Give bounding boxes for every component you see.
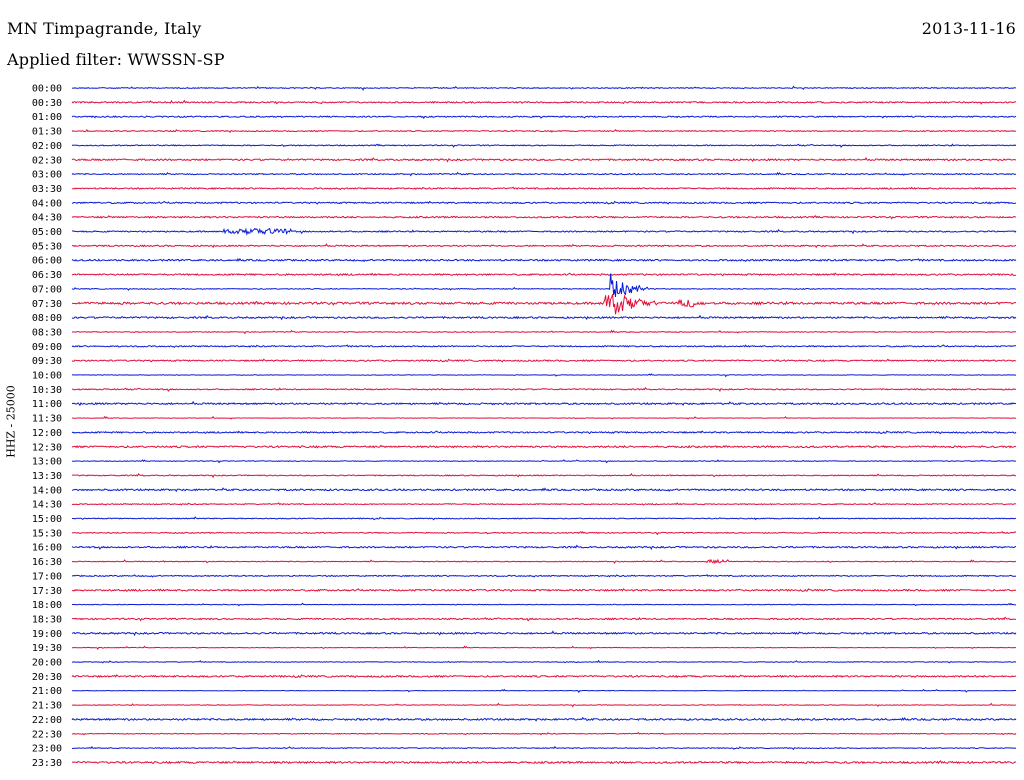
row-time-label: 14:00 xyxy=(32,485,62,496)
trace-row xyxy=(71,257,1017,263)
row-time-label: 21:00 xyxy=(32,686,62,697)
row-time-label: 04:00 xyxy=(32,198,62,209)
row-time-label: 07:00 xyxy=(32,284,62,295)
row-time-label: 18:00 xyxy=(32,600,62,611)
trace-row xyxy=(71,472,1017,479)
row-time-label: 17:30 xyxy=(32,586,62,597)
row-time-label: 04:30 xyxy=(32,213,62,224)
row-time-label: 10:00 xyxy=(32,371,62,382)
trace-row xyxy=(71,329,1016,335)
row-time-label: 16:30 xyxy=(32,557,62,568)
trace-row xyxy=(71,272,1016,277)
row-time-label: 08:00 xyxy=(32,313,62,324)
row-time-label: 03:00 xyxy=(32,170,62,181)
row-time-label: 09:00 xyxy=(32,342,62,353)
trace-row xyxy=(71,760,1017,765)
trace-row xyxy=(71,616,1017,622)
trace-row xyxy=(71,200,1017,205)
row-time-label: 01:30 xyxy=(32,127,62,138)
trace-row xyxy=(71,171,1017,177)
trace-row xyxy=(71,745,1017,751)
trace-row xyxy=(71,227,1017,236)
row-time-label: 13:00 xyxy=(32,457,62,468)
row-time-label: 12:30 xyxy=(32,442,62,453)
trace-row xyxy=(71,115,1017,120)
trace-row xyxy=(71,430,1017,435)
trace-row xyxy=(71,344,1017,348)
trace-row xyxy=(71,716,1017,722)
row-time-label: 19:30 xyxy=(32,643,62,654)
trace-row xyxy=(71,645,1017,650)
row-time-label: 22:30 xyxy=(32,729,62,740)
trace-row xyxy=(71,487,1017,493)
row-time-label: 11:00 xyxy=(32,399,62,410)
trace-row xyxy=(71,558,1017,565)
row-time-label: 11:30 xyxy=(32,414,62,425)
trace-row xyxy=(71,314,1017,321)
trace-row xyxy=(71,358,1017,363)
trace-row xyxy=(71,674,1017,679)
row-time-label: 08:30 xyxy=(32,327,62,338)
trace-row xyxy=(71,156,1017,163)
row-time-label: 03:30 xyxy=(32,184,62,195)
trace-row xyxy=(71,459,1017,464)
row-time-label: 21:30 xyxy=(32,701,62,712)
trace-row xyxy=(71,702,1017,708)
trace-row xyxy=(71,215,1017,220)
trace-row xyxy=(71,731,1017,736)
trace-row xyxy=(71,659,1017,664)
trace-row xyxy=(71,386,1017,393)
row-time-label: 18:30 xyxy=(32,614,62,625)
row-time-label: 06:00 xyxy=(32,256,62,267)
trace-row xyxy=(71,630,1017,637)
row-time-label: 02:30 xyxy=(32,155,62,166)
trace-row xyxy=(71,502,1017,506)
row-time-label: 12:00 xyxy=(32,428,62,439)
row-time-label: 23:00 xyxy=(32,744,62,755)
trace-row xyxy=(71,688,1016,694)
row-time-label: 16:00 xyxy=(32,543,62,554)
trace-row xyxy=(71,531,1017,536)
row-time-label: 19:00 xyxy=(32,629,62,640)
row-time-label: 00:00 xyxy=(32,84,62,95)
trace-row xyxy=(71,588,1017,593)
row-time-label: 15:30 xyxy=(32,528,62,539)
trace-row xyxy=(71,602,1017,607)
trace-row xyxy=(71,544,1017,550)
row-time-label: 14:30 xyxy=(32,500,62,511)
trace-row xyxy=(71,373,1016,378)
row-time-label: 23:30 xyxy=(32,758,62,769)
row-time-label: 00:30 xyxy=(32,98,62,109)
row-time-label: 07:30 xyxy=(32,299,62,310)
seismogram-plot: 00:00 00:30 01:00 01:30 02:00 02:30 03:00 03:30… xyxy=(32,84,1017,769)
row-time-label: 01:00 xyxy=(32,112,62,123)
trace-row xyxy=(71,273,1017,298)
row-time-label: 05:00 xyxy=(32,227,62,238)
trace-row xyxy=(72,85,1017,91)
trace-row xyxy=(71,129,1016,133)
trace-row xyxy=(72,186,1017,191)
trace-row xyxy=(72,294,1017,315)
trace-row xyxy=(71,415,1017,420)
row-time-label: 05:30 xyxy=(32,241,62,252)
trace-row xyxy=(71,516,1017,521)
row-time-label: 20:30 xyxy=(32,672,62,683)
trace-row xyxy=(71,444,1017,449)
row-time-label: 09:30 xyxy=(32,356,62,367)
row-time-label: 15:00 xyxy=(32,514,62,525)
row-time-label: 20:00 xyxy=(32,658,62,669)
row-time-label: 06:30 xyxy=(32,270,62,281)
row-time-label: 17:00 xyxy=(32,571,62,582)
trace-row xyxy=(71,400,1017,407)
trace-row xyxy=(71,99,1017,105)
row-time-label: 02:00 xyxy=(32,141,62,152)
trace-row xyxy=(71,573,1017,578)
trace-row xyxy=(71,143,1017,148)
row-time-label: 22:00 xyxy=(32,715,62,726)
trace-row xyxy=(71,243,1017,249)
row-time-label: 10:30 xyxy=(32,385,62,396)
row-time-label: 13:30 xyxy=(32,471,62,482)
